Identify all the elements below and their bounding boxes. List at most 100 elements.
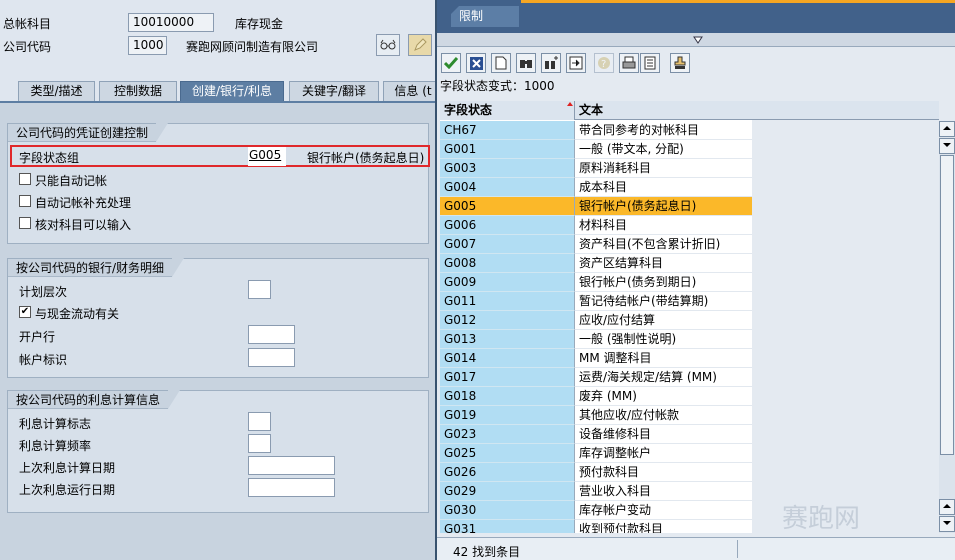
table-row[interactable]: G012 应收/应付结算 [440,311,752,330]
table-row[interactable]: G001 一般 (带文本, 分配) [440,140,752,159]
column-header-status[interactable]: 字段状态 [440,101,575,120]
company-code-field[interactable]: 1000 [128,36,167,55]
table-row[interactable]: G029 营业收入科目 [440,482,752,501]
glasses-button[interactable] [376,34,400,56]
table-row[interactable]: CH67 带合同参考的对帐科目 [440,121,752,140]
table-row[interactable]: G013 一般 (强制性说明) [440,330,752,349]
sort-icon [567,102,573,106]
table-row[interactable]: G004 成本科目 [440,178,752,197]
scroll-thumb[interactable] [940,155,954,455]
table-row[interactable]: G011 暂记待结帐户(带结算期) [440,292,752,311]
tab-keyword-translation[interactable]: 关键字/翻译 [289,81,379,102]
table-row[interactable]: G006 材料科目 [440,216,752,235]
company-name: 赛跑网顾问制造有限公司 [186,40,319,54]
status-code-cell: G029 [440,482,575,501]
group-title: 按公司代码的利息计算信息 [8,390,181,409]
scroll-down-button[interactable] [939,138,955,154]
entries-found: 42 找到条目 [453,545,521,559]
account-detail-panel: 总帐科目 10010000 库存现金 公司代码 1000 赛跑网顾问制造有限公司… [0,0,443,560]
print-button[interactable] [619,53,639,73]
interest-frequency-label: 利息计算频率 [19,439,92,453]
table-header: 字段状态 文本 [440,101,752,120]
scroll-down-bottom-button[interactable] [939,516,955,532]
sum-button[interactable] [670,53,690,73]
gl-account-field[interactable]: 10010000 [128,13,214,32]
interest-indicator-field[interactable] [248,412,271,431]
help-button[interactable]: ? [594,53,614,73]
last-run-date-field[interactable] [248,478,335,497]
tab-information[interactable]: 信息 (t [383,81,443,102]
table-row[interactable]: G030 库存帐户变动 [440,501,752,520]
table-row[interactable]: G017 运费/海关规定/结算 (MM) [440,368,752,387]
recon-input-checkbox[interactable] [19,217,31,229]
printer-icon [622,56,636,69]
find-next-button[interactable] [541,53,561,73]
new-button[interactable] [491,53,511,73]
post-auto-only-checkbox[interactable] [19,173,31,185]
tab-restrictions[interactable]: 限制 [451,6,519,27]
last-calc-date-field[interactable] [248,456,335,475]
interest-frequency-field[interactable] [248,434,271,453]
table-row[interactable]: G009 银行帐户(债务到期日) [440,273,752,292]
status-bar: 42 找到条目 [437,537,955,560]
interest-indicator-label: 利息计算标志 [19,417,92,431]
checkmark-icon [444,57,458,69]
document-creation-group: 公司代码的凭证创建控制 字段状态组 G005 银行帐户(债务起息日) 只能自动记… [7,123,430,244]
watermark-text: 赛跑网 [782,504,861,534]
stamp-icon [674,56,686,69]
table-row[interactable]: G025 库存调整帐户 [440,444,752,463]
accent-line [521,0,955,3]
table-row[interactable]: G008 资产区结算科目 [440,254,752,273]
account-id-label: 帐户标识 [19,353,68,367]
binoculars-plus-icon [545,56,558,69]
table-row[interactable]: G031 收到预付款科目 [440,520,752,533]
cancel-button[interactable] [466,53,486,73]
interest-group: 按公司代码的利息计算信息 利息计算标志 利息计算频率 上次利息计算日期 上次利息… [7,390,429,513]
table-row[interactable]: G026 预付款科目 [440,463,752,482]
table-row[interactable]: G007 资产科目(不包含累计折旧) [440,235,752,254]
status-text-cell: 资产科目(不包含累计折旧) [575,235,752,254]
value-help-popup: 限制 ? 字段状态变式：1000 字段状态 文本 CH67 带合同参考的对帐科目 G… [435,0,955,560]
supplement-auto-checkbox[interactable] [19,195,31,207]
status-text-cell: 暂记待结帐户(带结算期) [575,292,752,311]
export-button[interactable] [566,53,586,73]
cash-flow-checkbox[interactable]: ✔ [19,306,31,318]
table-row[interactable]: G003 原料消耗科目 [440,159,752,178]
edit-button[interactable] [408,34,432,56]
cash-flow-label: 与现金流动有关 [35,307,120,321]
table-row[interactable]: G014 MM 调整科目 [440,349,752,368]
table-row[interactable]: G023 设备维修科目 [440,425,752,444]
list-button[interactable] [640,53,660,73]
scroll-up-button[interactable] [939,121,955,137]
value-list-table: 字段状态 文本 CH67 带合同参考的对帐科目 G001 一般 (带文本, 分配) G0… [440,101,752,533]
scroll-up-bottom-button[interactable] [939,499,955,515]
group-title: 按公司代码的银行/财务明细 [8,258,185,277]
status-text-cell: 营业收入科目 [575,482,752,501]
table-row[interactable]: G018 废弃 (MM) [440,387,752,406]
tab-content: 公司代码的凭证创建控制 字段状态组 G005 银行帐户(债务起息日) 只能自动记… [0,101,435,560]
glasses-icon [380,39,396,50]
post-auto-only-label: 只能自动记帐 [35,174,108,188]
status-code-cell: G017 [440,368,575,387]
confirm-button[interactable] [441,53,461,73]
table-row[interactable]: G019 其他应收/应付帐款 [440,406,752,425]
planning-level-field[interactable] [248,280,271,299]
tab-type-description[interactable]: 类型/描述 [18,81,95,102]
group-title: 公司代码的凭证创建控制 [8,123,169,142]
find-button[interactable] [516,53,536,73]
house-bank-field[interactable] [248,325,295,344]
vertical-scrollbar[interactable] [939,121,955,533]
last-run-date-label: 上次利息运行日期 [19,483,116,497]
tab-create-bank-interest[interactable]: 创建/银行/利息 [180,81,284,102]
status-text-cell: 银行帐户(债务起息日) [575,197,752,216]
table-row[interactable]: G005 银行帐户(债务起息日) [440,197,752,216]
tab-control-data[interactable]: 控制数据 [99,81,177,102]
restriction-toggle[interactable] [437,33,955,47]
account-id-field[interactable] [248,348,295,367]
status-text-cell: 银行帐户(债务到期日) [575,273,752,292]
field-status-group-field[interactable]: G005 [248,147,286,166]
column-header-text[interactable]: 文本 [575,101,752,120]
status-text-cell: 原料消耗科目 [575,159,752,178]
status-text-cell: 一般 (带文本, 分配) [575,140,752,159]
status-code-cell: CH67 [440,121,575,140]
